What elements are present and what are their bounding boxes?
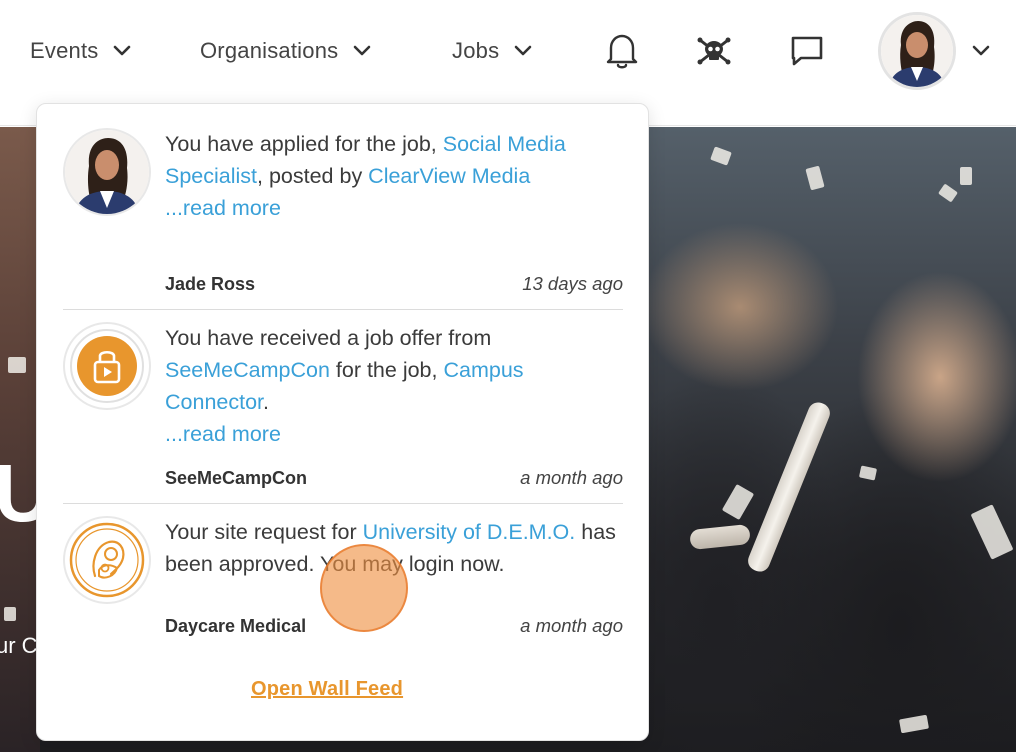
read-more-link[interactable]: ...read more (165, 192, 623, 224)
confetti (805, 165, 825, 191)
notification-prefix: You have applied for the job, (165, 132, 443, 156)
skull-crossbones-icon (697, 37, 731, 65)
notification-text: Your site request for University of D.E.… (165, 516, 623, 580)
org-logo-icon (67, 326, 147, 406)
notification-middle: , posted by (257, 164, 369, 188)
nav-events-label: Events (30, 38, 99, 63)
chevron-down-icon (352, 41, 372, 61)
notification-meta: SeeMeCampCon a month ago (165, 466, 623, 490)
diploma-scroll (745, 399, 833, 575)
account-menu-toggle[interactable] (970, 40, 992, 62)
chevron-down-icon (513, 41, 533, 61)
chevron-down-icon (112, 41, 132, 61)
nav-organisations-label: Organisations (200, 38, 339, 63)
notification-text: You have received a job offer from SeeMe… (165, 322, 623, 450)
notification-suffix: . (263, 390, 269, 414)
notification-sender: Daycare Medical (165, 615, 307, 636)
notification-sender: Jade Ross (165, 273, 256, 294)
notifications-dropdown: You have applied for the job, Social Med… (36, 103, 649, 741)
organisation-link[interactable]: SeeMeCampCon (165, 358, 330, 382)
notification-item[interactable]: You have applied for the job, Social Med… (63, 128, 623, 310)
chat-icon (791, 36, 823, 66)
confetti (710, 146, 732, 166)
bell-icon (606, 34, 638, 69)
avatar (63, 128, 151, 216)
confetti (721, 484, 755, 520)
notification-time: a month ago (520, 615, 623, 636)
notification-item[interactable]: You have received a job offer from SeeMe… (63, 322, 623, 504)
notification-meta: Jade Ross 13 days ago (165, 272, 623, 296)
messages-button[interactable] (787, 30, 827, 72)
notification-time: 13 days ago (522, 273, 623, 294)
notifications-button[interactable] (602, 30, 642, 72)
confetti (970, 504, 1014, 560)
notification-meta: Daycare Medical a month ago (165, 614, 623, 638)
nav-jobs[interactable]: Jobs (452, 32, 533, 70)
nav-jobs-label: Jobs (452, 38, 500, 63)
confetti (4, 607, 16, 621)
notification-text: You have applied for the job, Social Med… (165, 128, 623, 224)
confetti (898, 714, 930, 734)
confetti (858, 465, 878, 481)
open-wall-feed-link[interactable]: Open Wall Feed (251, 678, 403, 701)
notification-sender: SeeMeCampCon (165, 467, 308, 488)
mother-baby-logo-icon (67, 520, 147, 600)
confetti (960, 167, 972, 185)
read-more-link[interactable]: ...read more (165, 418, 623, 450)
notification-prefix: You have received a job offer from (165, 326, 492, 350)
organisation-link[interactable]: ClearView Media (368, 164, 530, 188)
notification-prefix: Your site request for (165, 520, 363, 544)
confetti (938, 183, 958, 203)
nav-organisations[interactable]: Organisations (200, 32, 372, 70)
hero-subtitle: ur C (0, 633, 38, 658)
notification-item[interactable]: Your site request for University of D.E.… (63, 516, 623, 644)
notification-middle: for the job, (329, 358, 444, 382)
confetti (8, 357, 26, 373)
user-avatar-image (881, 15, 953, 87)
avatar (63, 516, 151, 604)
nav-events[interactable]: Events (30, 32, 132, 70)
notification-time: a month ago (520, 467, 623, 488)
divider (63, 503, 623, 504)
avatar (63, 322, 151, 410)
pirate-menu-button[interactable] (694, 30, 734, 72)
chevron-down-icon (972, 45, 990, 56)
sender-avatar-image (65, 130, 149, 214)
diploma-scroll (689, 523, 751, 551)
site-link[interactable]: University of D.E.M.O. (363, 520, 576, 544)
user-avatar[interactable] (878, 12, 956, 90)
divider (63, 309, 623, 310)
